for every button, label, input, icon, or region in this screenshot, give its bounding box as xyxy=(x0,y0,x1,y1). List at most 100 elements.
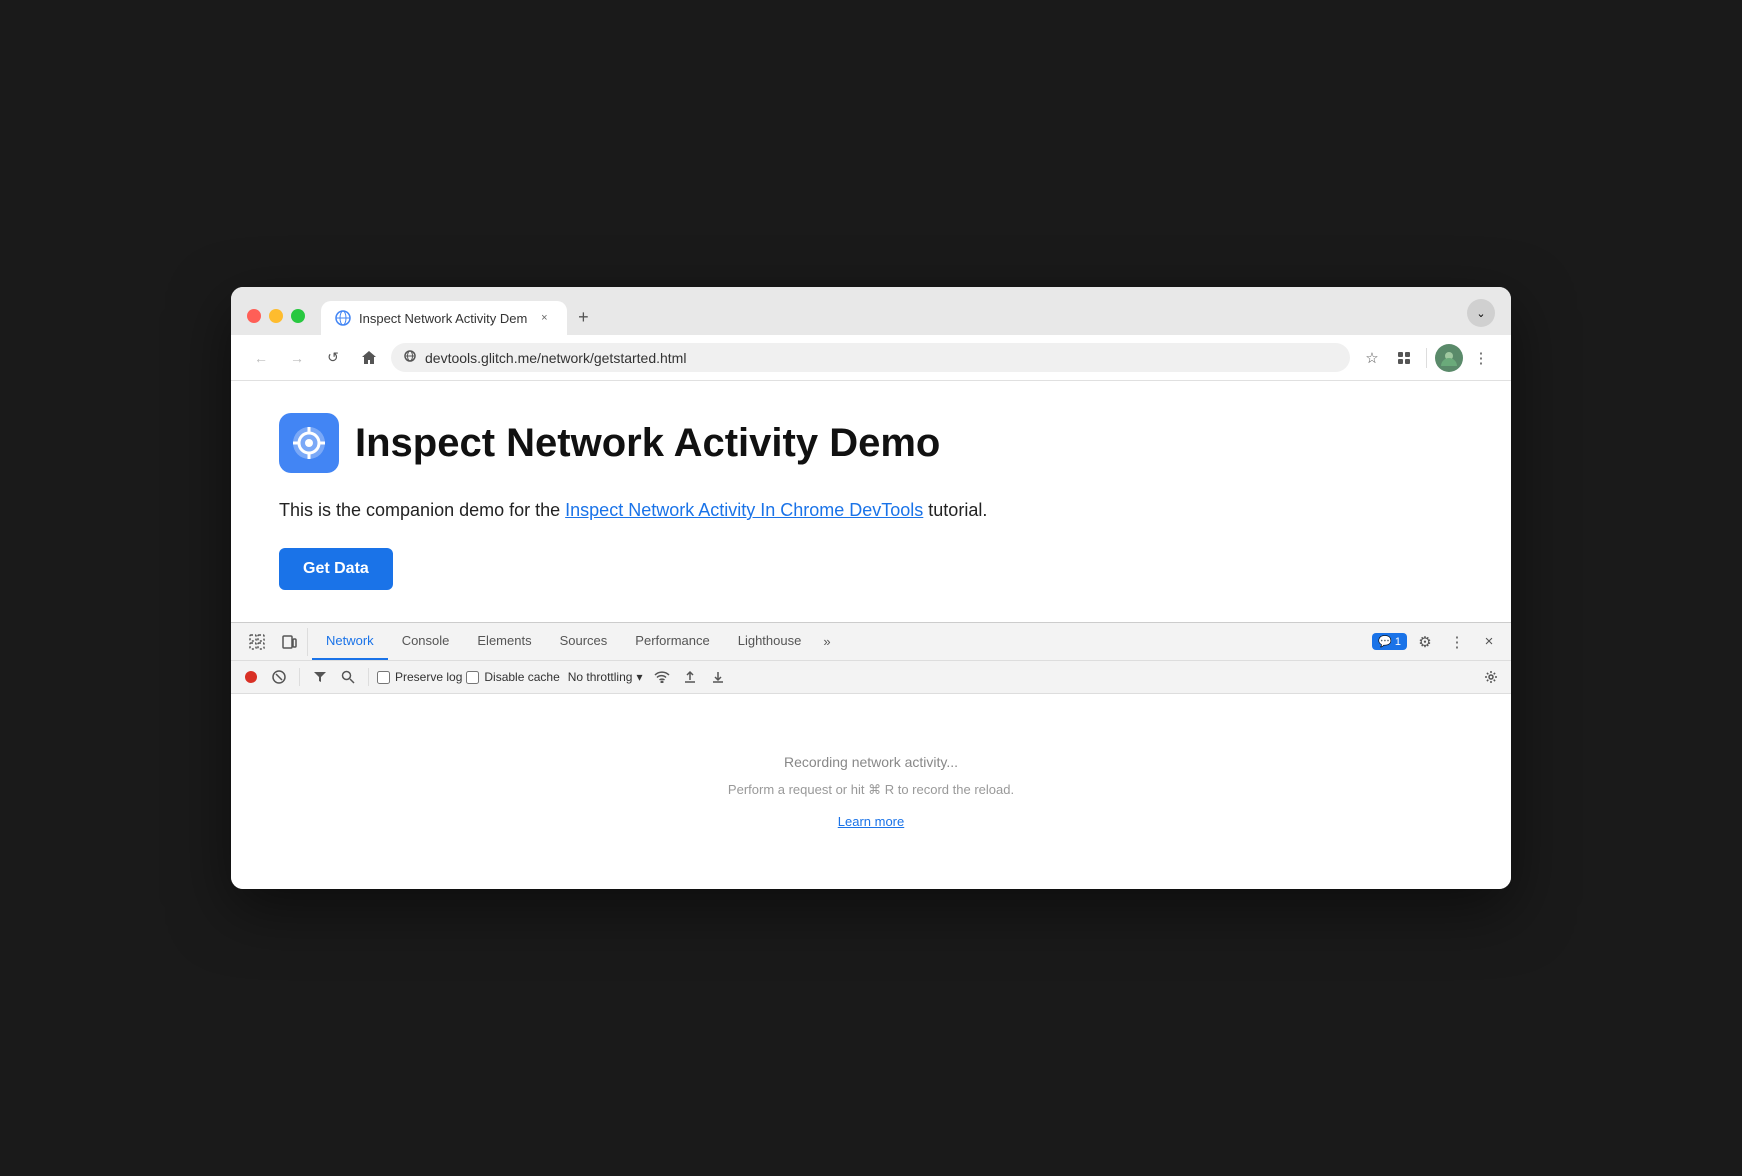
toolbar-divider-1 xyxy=(299,668,300,686)
reload-button[interactable]: ↺ xyxy=(319,344,347,372)
wifi-icon-button[interactable] xyxy=(650,665,674,689)
device-icon xyxy=(281,634,297,650)
minimize-traffic-light[interactable] xyxy=(269,309,283,323)
settings-icon: ⚙ xyxy=(1418,633,1431,651)
extensions-button[interactable] xyxy=(1390,344,1418,372)
new-tab-button[interactable]: + xyxy=(567,303,599,335)
upload-har-button[interactable] xyxy=(678,665,702,689)
nav-bar: ← → ↺ ☆ xyxy=(231,335,1511,381)
throttle-arrow-icon: ▾ xyxy=(636,670,642,684)
empty-state-title: Recording network activity... xyxy=(784,754,958,770)
chrome-menu-button[interactable]: ⋮ xyxy=(1467,344,1495,372)
tab-sources[interactable]: Sources xyxy=(546,623,622,660)
security-icon xyxy=(403,349,417,366)
tab-performance[interactable]: Performance xyxy=(621,623,723,660)
network-toolbar: Preserve log Disable cache No throttling… xyxy=(231,661,1511,694)
title-bar: Inspect Network Activity Dem × + ⌄ xyxy=(231,287,1511,335)
devtools-settings-button[interactable]: ⚙ xyxy=(1411,628,1439,656)
avatar-icon xyxy=(1439,348,1459,368)
reload-icon: ↺ xyxy=(327,349,339,366)
get-data-button[interactable]: Get Data xyxy=(279,548,393,590)
nav-divider xyxy=(1426,348,1427,368)
active-tab[interactable]: Inspect Network Activity Dem × xyxy=(321,301,567,335)
bookmark-button[interactable]: ☆ xyxy=(1358,344,1386,372)
search-icon xyxy=(341,670,355,684)
tab-console[interactable]: Console xyxy=(388,623,464,660)
more-tabs-button[interactable]: » xyxy=(815,624,838,659)
devtools-logo-icon xyxy=(289,423,329,463)
record-stop-icon xyxy=(244,670,258,684)
tab-title: Inspect Network Activity Dem xyxy=(359,311,527,326)
url-input[interactable] xyxy=(425,350,1338,366)
download-har-button[interactable] xyxy=(706,665,730,689)
back-button[interactable]: ← xyxy=(247,344,275,372)
page-title: Inspect Network Activity Demo xyxy=(355,421,940,466)
throttle-selector[interactable]: No throttling ▾ xyxy=(564,668,647,686)
learn-more-link[interactable]: Learn more xyxy=(838,814,904,829)
home-icon xyxy=(361,350,377,366)
close-traffic-light[interactable] xyxy=(247,309,261,323)
upload-icon xyxy=(683,670,697,684)
clear-button[interactable] xyxy=(267,665,291,689)
disable-cache-label: Disable cache xyxy=(484,670,559,684)
tab-lighthouse[interactable]: Lighthouse xyxy=(724,623,816,660)
search-button[interactable] xyxy=(336,665,360,689)
page-subtitle: This is the companion demo for the Inspe… xyxy=(279,497,1463,524)
menu-icon: ⋮ xyxy=(1474,349,1489,367)
network-settings-button[interactable] xyxy=(1479,665,1503,689)
network-empty-state: Recording network activity... Perform a … xyxy=(231,694,1511,889)
device-toggle-button[interactable] xyxy=(275,628,303,656)
tab-close-button[interactable]: × xyxy=(535,309,553,327)
throttle-label: No throttling xyxy=(568,670,633,684)
page-content: Inspect Network Activity Demo This is th… xyxy=(231,381,1511,622)
page-heading: Inspect Network Activity Demo xyxy=(279,413,1463,473)
devtools-tabs-bar: Network Console Elements Sources Perform… xyxy=(231,623,1511,661)
back-icon: ← xyxy=(254,350,268,366)
preserve-log-label: Preserve log xyxy=(395,670,462,684)
maximize-traffic-light[interactable] xyxy=(291,309,305,323)
selector-icon xyxy=(249,634,265,650)
wifi-icon xyxy=(654,671,670,683)
clear-icon xyxy=(272,670,286,684)
disable-cache-checkbox[interactable]: Disable cache xyxy=(466,670,559,684)
tab-dropdown[interactable]: ⌄ xyxy=(1467,299,1495,335)
traffic-lights xyxy=(247,309,305,335)
network-settings-icon xyxy=(1484,670,1498,684)
forward-icon: → xyxy=(290,350,304,366)
browser-window: Inspect Network Activity Dem × + ⌄ ← → ↺ xyxy=(231,287,1511,889)
forward-button[interactable]: → xyxy=(283,344,311,372)
download-icon xyxy=(711,670,725,684)
tab-elements[interactable]: Elements xyxy=(463,623,545,660)
filter-button[interactable] xyxy=(308,665,332,689)
tab-favicon xyxy=(335,310,351,326)
tabs-area: Inspect Network Activity Dem × + xyxy=(321,301,1467,335)
page-logo xyxy=(279,413,339,473)
profile-avatar[interactable] xyxy=(1435,344,1463,372)
devtools-tools-group xyxy=(239,628,308,656)
toolbar-divider-2 xyxy=(368,668,369,686)
console-messages-badge[interactable]: 💬 1 xyxy=(1372,633,1407,650)
address-bar[interactable] xyxy=(391,343,1350,372)
devtools-close-button[interactable]: × xyxy=(1475,628,1503,656)
extensions-icon xyxy=(1396,350,1412,366)
message-icon: 💬 xyxy=(1378,635,1392,648)
tab-dropdown-button[interactable]: ⌄ xyxy=(1467,299,1495,327)
close-devtools-icon: × xyxy=(1485,633,1494,650)
selector-tool-button[interactable] xyxy=(243,628,271,656)
nav-actions: ☆ ⋮ xyxy=(1358,344,1495,372)
devtools-link[interactable]: Inspect Network Activity In Chrome DevTo… xyxy=(565,500,923,520)
devtools-tab-list: Network Console Elements Sources Perform… xyxy=(312,623,1372,660)
record-stop-button[interactable] xyxy=(239,665,263,689)
preserve-log-input[interactable] xyxy=(377,671,390,684)
filter-icon xyxy=(313,670,327,684)
bookmark-icon: ☆ xyxy=(1365,349,1378,367)
more-options-icon: ⋮ xyxy=(1450,633,1465,651)
devtools-tab-actions: 💬 1 ⚙ ⋮ × xyxy=(1372,628,1503,656)
devtools-panel: Network Console Elements Sources Perform… xyxy=(231,622,1511,889)
disable-cache-input[interactable] xyxy=(466,671,479,684)
tab-network[interactable]: Network xyxy=(312,623,388,660)
preserve-log-checkbox[interactable]: Preserve log xyxy=(377,670,462,684)
devtools-more-button[interactable]: ⋮ xyxy=(1443,628,1471,656)
empty-state-subtitle: Perform a request or hit ⌘ R to record t… xyxy=(728,782,1014,798)
home-button[interactable] xyxy=(355,344,383,372)
